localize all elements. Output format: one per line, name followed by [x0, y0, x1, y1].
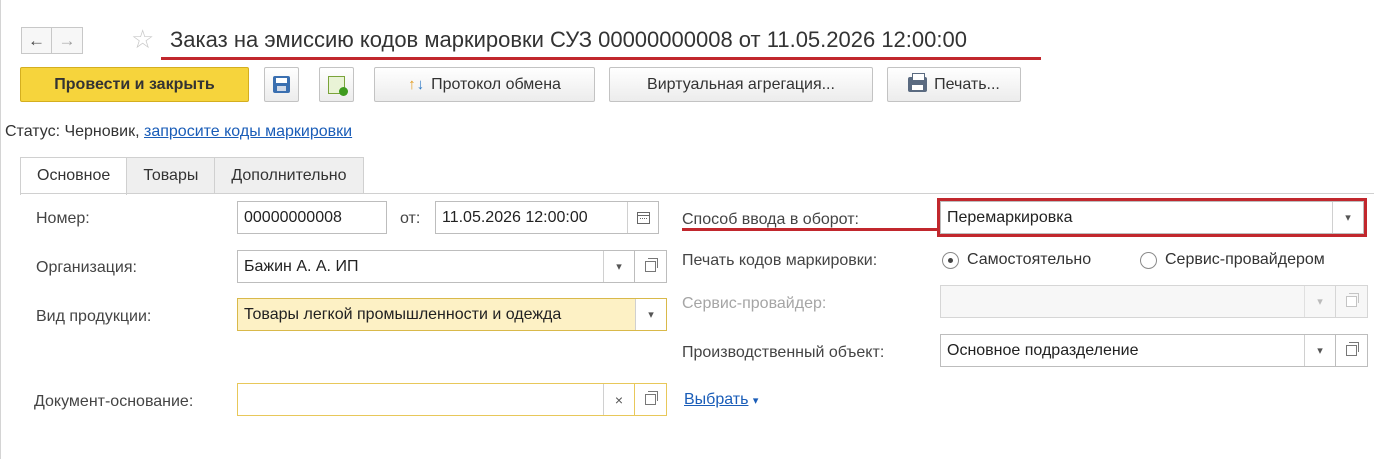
status-text: Статус: Черновик,	[5, 123, 140, 140]
arrow-left-icon: ←	[28, 30, 45, 50]
radio-button	[1140, 251, 1157, 269]
tab-goods[interactable]: Товары	[126, 157, 216, 194]
tab-divider	[20, 193, 1374, 194]
close-icon: ×	[614, 391, 624, 408]
chevron-down-icon: ▾	[1317, 345, 1323, 357]
production-object-value: Основное подразделение	[947, 341, 1139, 359]
service-provider-field: ▾	[940, 285, 1336, 318]
post-button[interactable]	[319, 67, 354, 102]
exchange-protocol-label: Протокол обмена	[431, 75, 561, 93]
favorite-star-icon[interactable]: ☆	[131, 24, 154, 54]
service-provider-label: Сервис-провайдер:	[682, 295, 827, 312]
input-method-label: Способ ввода в оборот:	[682, 211, 859, 228]
calendar-button[interactable]	[627, 202, 658, 233]
printer-icon	[908, 73, 928, 92]
open-form-icon	[645, 258, 658, 272]
production-object-field[interactable]: Основное подразделение ▾	[940, 334, 1336, 367]
organization-field[interactable]: Бажин А. А. ИП ▾	[237, 250, 635, 283]
product-type-field[interactable]: Товары легкой промышленности и одежда ▾	[237, 298, 667, 331]
forward-button[interactable]: →	[52, 27, 83, 54]
number-field[interactable]: 00000000008	[237, 201, 387, 234]
product-type-dropdown-button[interactable]: ▾	[635, 299, 666, 330]
radio-self[interactable]: Самостоятельно	[942, 251, 1091, 269]
tab-main[interactable]: Основное	[20, 157, 128, 195]
product-type-value: Товары легкой промышленности и одежда	[244, 305, 562, 323]
virtual-aggregation-button[interactable]: Виртуальная агрегация...	[609, 67, 873, 102]
production-object-dropdown-button[interactable]: ▾	[1304, 335, 1335, 366]
production-object-label: Производственный объект:	[682, 344, 885, 361]
open-form-icon	[1346, 342, 1359, 356]
organization-open-button[interactable]	[634, 250, 667, 283]
date-label: от:	[400, 210, 421, 227]
post-and-close-button[interactable]: Провести и закрыть	[20, 67, 249, 102]
production-object-open-button[interactable]	[1335, 334, 1368, 367]
tab-additional[interactable]: Дополнительно	[214, 157, 364, 194]
base-document-label: Документ-основание:	[34, 393, 194, 410]
chevron-down-icon: ▾	[616, 261, 622, 273]
radio-service-provider[interactable]: Сервис-провайдером	[1140, 251, 1325, 269]
radio-service-provider-label: Сервис-провайдером	[1165, 251, 1325, 268]
navigation-buttons: ← →	[21, 27, 83, 54]
save-icon	[273, 76, 290, 93]
input-method-highlight-box	[937, 198, 1367, 237]
exchange-arrows-icon: ↑ ↓	[408, 76, 425, 93]
title-highlight-underline	[161, 57, 1041, 60]
select-menu[interactable]: Выбрать ▾	[684, 391, 758, 409]
print-codes-label: Печать кодов маркировки:	[682, 252, 878, 269]
arrow-right-icon: →	[58, 30, 76, 50]
base-document-field[interactable]: ×	[237, 383, 635, 416]
document-window: ← → ☆ Заказ на эмиссию кодов маркировки …	[0, 0, 1374, 459]
organization-value: Бажин А. А. ИП	[244, 257, 359, 275]
date-value: 11.05.2026 12:00:00	[442, 208, 588, 226]
save-button[interactable]	[264, 67, 299, 102]
radio-button-selected	[942, 251, 959, 269]
back-button[interactable]: ←	[21, 27, 52, 54]
open-form-icon	[1346, 293, 1359, 307]
post-document-icon	[328, 75, 348, 96]
organization-label: Организация:	[36, 259, 137, 276]
chevron-down-icon: ▾	[1317, 296, 1323, 308]
date-field[interactable]: 11.05.2026 12:00:00	[435, 201, 659, 234]
base-document-open-button[interactable]	[634, 383, 667, 416]
open-form-icon	[645, 391, 658, 405]
print-button[interactable]: Печать...	[887, 67, 1021, 102]
product-type-label: Вид продукции:	[36, 308, 152, 325]
clear-button[interactable]: ×	[603, 384, 634, 415]
exchange-protocol-button[interactable]: ↑ ↓ Протокол обмена	[374, 67, 595, 102]
organization-dropdown-button[interactable]: ▾	[603, 251, 634, 282]
chevron-down-icon: ▾	[752, 395, 759, 407]
page-title: Заказ на эмиссию кодов маркировки СУЗ 00…	[170, 27, 967, 52]
number-label: Номер:	[36, 210, 90, 227]
status-line: Статус: Черновик, запросите коды маркиро…	[5, 123, 352, 141]
select-link[interactable]: Выбрать	[684, 391, 748, 408]
input-method-highlight-underline	[682, 228, 940, 231]
radio-self-label: Самостоятельно	[967, 251, 1092, 268]
print-label: Печать...	[934, 75, 1000, 93]
chevron-down-icon: ▾	[648, 309, 654, 321]
tab-bar: Основное Товары Дополнительно	[20, 157, 364, 195]
calendar-icon	[636, 211, 650, 224]
request-codes-link[interactable]: запросите коды маркировки	[144, 123, 352, 140]
service-provider-dropdown-button: ▾	[1304, 286, 1335, 317]
number-value: 00000000008	[244, 208, 342, 226]
service-provider-open-button	[1335, 285, 1368, 318]
